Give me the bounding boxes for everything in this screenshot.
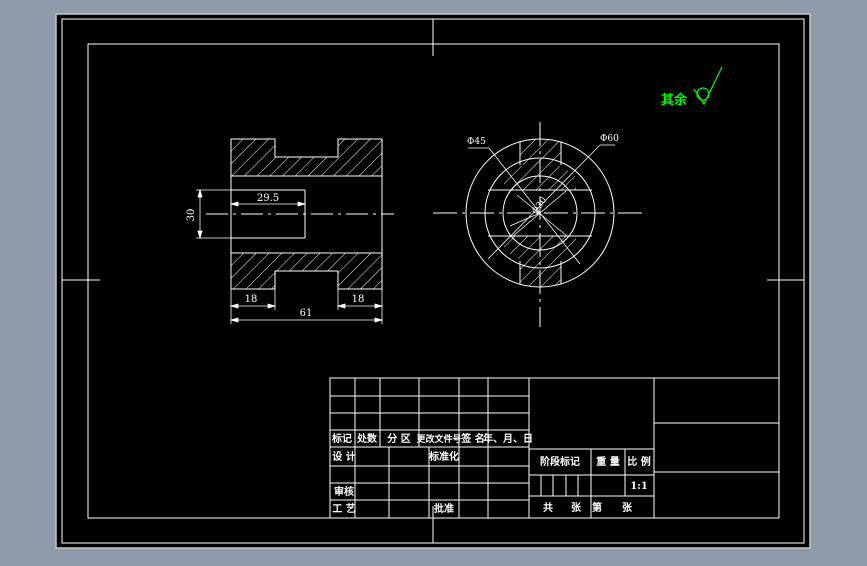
drawing-canvas[interactable]: 29.5 30 18 18 61 Φ45 Φ60 Φ30 其余 标记 处数 分 … — [0, 0, 867, 562]
tb-label-sheets-1: 张 — [571, 501, 582, 514]
tb-label-mark: 标记 — [331, 432, 352, 445]
tb-label-date: 年、月、日 — [483, 432, 533, 445]
dim-left-flange-label: 18 — [245, 294, 258, 305]
dim-outer-dia-label: Φ60 — [600, 134, 619, 144]
tb-label-count: 处数 — [356, 432, 378, 445]
tb-label-standardization: 标准化 — [428, 450, 459, 463]
dim-bore-length-label: 29.5 — [257, 193, 279, 204]
tb-label-page: 第 — [592, 501, 602, 514]
tb-label-stage-mark: 阶段标记 — [540, 455, 580, 468]
dim-total-length-label: 61 — [300, 308, 313, 319]
surface-note-text: 其余 — [661, 92, 688, 108]
tb-label-total: 共 — [543, 501, 553, 514]
tb-label-weight: 重 量 — [596, 455, 619, 468]
tb-label-scale: 比 例 — [627, 455, 650, 468]
tb-label-change-doc: 更改文件号 — [416, 433, 461, 445]
tb-label-signature: 签 名 — [460, 432, 484, 445]
tb-label-sheets-2: 张 — [622, 501, 633, 514]
tb-label-check: 审核 — [334, 485, 354, 498]
tb-label-process: 工 艺 — [332, 502, 355, 515]
tb-label-zone: 分 区 — [387, 432, 410, 445]
dim-inner-dia-label: Φ45 — [467, 137, 486, 147]
dim-right-flange-label: 18 — [352, 294, 365, 305]
tb-label-approve: 批准 — [434, 502, 454, 515]
dim-bore-dia-label: 30 — [186, 209, 197, 222]
tb-label-design: 设 计 — [332, 450, 355, 463]
tb-scale-value: 1:1 — [630, 481, 648, 492]
cad-viewport[interactable]: 29.5 30 18 18 61 Φ45 Φ60 Φ30 其余 标记 处数 分 … — [0, 0, 867, 562]
